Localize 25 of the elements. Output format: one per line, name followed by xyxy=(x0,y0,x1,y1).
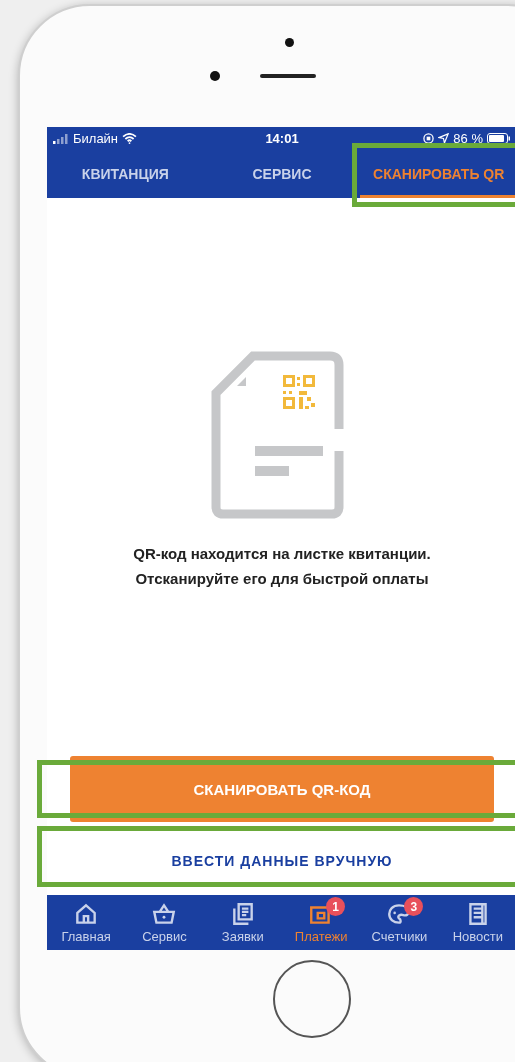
nav-item[interactable]: Новости xyxy=(438,895,515,950)
carrier-name: Билайн xyxy=(73,131,119,146)
nav-item[interactable]: Платежи 1 xyxy=(282,895,361,950)
instruction-text: QR-код находится на листке квитанции. Отсканируйте его для быстрой оплаты xyxy=(133,544,431,589)
signal-icon xyxy=(53,133,69,144)
wifi-icon xyxy=(122,133,138,144)
basket-icon xyxy=(151,901,178,927)
speaker-slot xyxy=(260,74,316,78)
clock-time: 14:01 xyxy=(265,131,299,146)
home-button[interactable] xyxy=(272,960,351,1038)
count-badge: 3 xyxy=(404,897,424,916)
location-icon xyxy=(438,133,450,144)
rotation-lock-icon xyxy=(423,133,435,144)
camera-dot xyxy=(285,38,294,47)
nav-item[interactable]: Сервис xyxy=(125,895,204,950)
nav-item[interactable]: Счетчики 3 xyxy=(360,895,439,950)
tab[interactable]: КВИТАНЦИЯ xyxy=(47,150,204,198)
battery-icon xyxy=(487,133,511,144)
sensor-dot xyxy=(210,71,220,81)
battery-percent: 86 % xyxy=(453,131,483,146)
tab[interactable]: СКАНИРОВАТЬ QR xyxy=(360,150,515,198)
nav-item[interactable]: Главная xyxy=(47,895,126,950)
tab[interactable]: СЕРВИС xyxy=(203,150,361,198)
nav-item[interactable]: Заявки xyxy=(203,895,282,950)
count-badge: 1 xyxy=(326,897,345,916)
